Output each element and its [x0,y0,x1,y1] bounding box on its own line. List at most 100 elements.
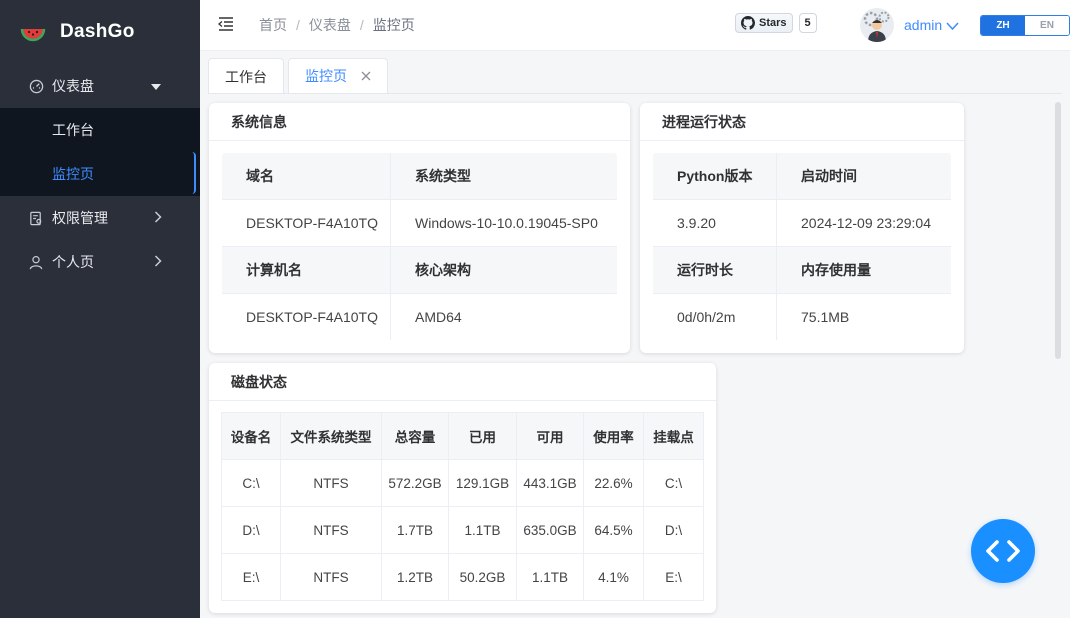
table-header-cell: 可用 [516,412,584,460]
app-name: DashGo [60,21,135,42]
table-header-cell: 挂载点 [643,412,704,460]
sidebar-item-workbench[interactable]: 工作台 [0,108,200,152]
process-status-card: 进程运行状态 Python版本 启动时间 3.9.20 2024-12-09 2… [640,103,964,353]
github-stars-widget[interactable]: Stars 5 [735,13,817,33]
close-icon[interactable] [361,68,371,84]
table-header-cell: 核心架构 [390,246,617,294]
user-icon [28,254,44,270]
disk-status-card: 磁盘状态 设备名 文件系统类型 总容量 已用 可用 使用率 挂载点 C:\ NT… [209,363,716,613]
table-header-cell: 域名 [222,153,391,200]
table-header-cell: 设备名 [221,412,281,460]
menu-fold-icon[interactable] [217,16,235,34]
sidebar-group-label: 权限管理 [52,210,108,226]
table-cell: 129.1GB [448,459,517,507]
table-cell: 1.1TB [516,553,584,601]
table-row: 0d/0h/2m 75.1MB [653,293,951,340]
user-menu[interactable]: admin [860,8,959,42]
vertical-scrollbar[interactable] [1055,102,1061,359]
table-header-cell: 计算机名 [222,246,391,294]
table-header-row: 设备名 文件系统类型 总容量 已用 可用 使用率 挂载点 [221,412,704,460]
tab-workbench[interactable]: 工作台 [208,58,284,94]
breadcrumb-current: 监控页 [372,17,415,33]
github-stars-count[interactable]: 5 [798,13,817,33]
sidebar-group-dashboard[interactable]: 仪表盘 [0,64,200,108]
table-row: DESKTOP-F4A10TQ AMD64 [222,293,617,340]
table-row: E:\ NTFS 1.2TB 50.2GB 1.1TB 4.1% E:\ [221,553,704,601]
table-header-cell: 使用率 [583,412,644,460]
github-icon [741,16,755,30]
disk-status-table: 设备名 文件系统类型 总容量 已用 可用 使用率 挂载点 C:\ NTFS 57… [221,412,704,601]
lang-en-button[interactable]: EN [1025,16,1069,35]
table-cell: NTFS [280,506,382,554]
breadcrumb-separator: / [359,17,364,33]
table-cell: 1.2TB [381,553,449,601]
code-view-button[interactable] [971,519,1035,583]
table-header-cell: 启动时间 [776,153,951,200]
sidebar-group-permission[interactable]: 权限管理 [0,196,200,240]
system-info-table: 域名 系统类型 DESKTOP-F4A10TQ Windows-10-10.0.… [221,152,618,341]
tabs-divider [208,93,1062,94]
process-status-table: Python版本 启动时间 3.9.20 2024-12-09 23:29:04… [652,152,952,341]
chevron-right-icon [154,210,162,226]
brand[interactable]: DashGo [0,0,200,64]
github-stars-button[interactable]: Stars [735,13,793,33]
table-cell: 1.1TB [448,506,517,554]
lang-zh-button[interactable]: ZH [981,16,1025,35]
table-header-row: Python版本 启动时间 [653,153,951,200]
table-header-cell: Python版本 [653,153,777,200]
table-cell: D:\ [221,506,281,554]
table-header-cell: 总容量 [381,412,449,460]
table-cell: D:\ [643,506,704,554]
table-cell: E:\ [221,553,281,601]
breadcrumb-dashboard[interactable]: 仪表盘 [309,15,351,35]
sidebar-group-label: 个人页 [52,254,94,270]
github-stars-label: Stars [759,17,787,29]
table-cell: NTFS [280,459,382,507]
table-cell: 4.1% [583,553,644,601]
permission-icon [28,210,44,226]
tab-monitor[interactable]: 监控页 [288,58,388,94]
sidebar-item-monitor[interactable]: 监控页 [0,152,200,196]
table-cell: C:\ [643,459,704,507]
table-row: DESKTOP-F4A10TQ Windows-10-10.0.19045-SP… [222,199,617,247]
dashboard-submenu: 工作台 监控页 [0,108,200,196]
table-header-cell: 已用 [448,412,517,460]
avatar [860,8,894,42]
username: admin [904,17,943,33]
table-header-cell: 运行时长 [653,246,777,294]
chevron-down-icon [946,17,959,33]
table-cell: E:\ [643,553,704,601]
sidebar-group-label: 仪表盘 [52,78,94,94]
table-cell: DESKTOP-F4A10TQ [222,293,391,340]
table-header-cell: 系统类型 [390,153,617,200]
table-header-row: 域名 系统类型 [222,153,617,200]
table-cell: 572.2GB [381,459,449,507]
table-header-cell: 文件系统类型 [280,412,382,460]
chevron-right-icon [154,254,162,270]
page-tabs: 工作台 监控页 [208,58,392,94]
caret-down-icon [150,78,162,94]
table-row: 3.9.20 2024-12-09 23:29:04 [653,199,951,247]
table-cell: 50.2GB [448,553,517,601]
table-cell: 75.1MB [776,293,951,340]
table-header-row: 运行时长 内存使用量 [653,246,951,294]
table-cell: 2024-12-09 23:29:04 [776,199,951,247]
dashboard-icon [28,78,44,94]
tab-label: 工作台 [225,68,267,85]
table-cell: 0d/0h/2m [653,293,777,340]
table-cell: NTFS [280,553,382,601]
tab-label: 监控页 [305,68,347,84]
watermelon-logo-icon [20,19,46,45]
card-title: 进程运行状态 [640,103,964,141]
table-cell: Windows-10-10.0.19045-SP0 [390,199,617,247]
table-cell: 64.5% [583,506,644,554]
table-row: D:\ NTFS 1.7TB 1.1TB 635.0GB 64.5% D:\ [221,506,704,554]
top-header: 首页 / 仪表盘 / 监控页 Stars 5 admin ZH EN [200,0,1070,51]
breadcrumb-home[interactable]: 首页 [259,15,287,35]
card-title: 系统信息 [209,103,630,141]
sidebar-group-profile[interactable]: 个人页 [0,240,200,284]
system-info-card: 系统信息 域名 系统类型 DESKTOP-F4A10TQ Windows-10-… [209,103,630,353]
table-cell: C:\ [221,459,281,507]
breadcrumb-separator: / [296,17,300,33]
table-cell: 22.6% [583,459,644,507]
